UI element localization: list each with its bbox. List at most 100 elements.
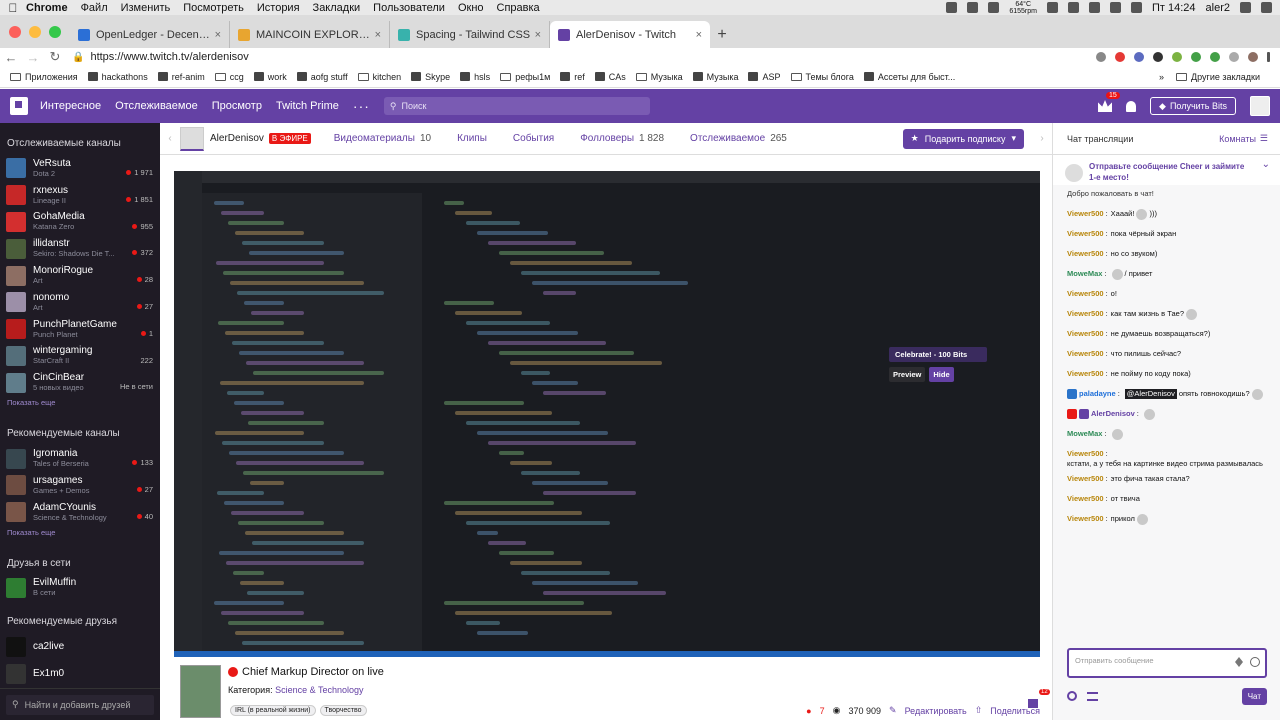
menu-edit[interactable]: Изменить (121, 2, 171, 14)
search-icon[interactable] (1240, 2, 1251, 13)
channel-tab[interactable]: Видеоматериалы 10 (334, 133, 431, 144)
pause-icon[interactable] (988, 2, 1000, 13)
bookmark[interactable]: Ассеты для быст... (863, 72, 955, 82)
chat-username[interactable]: Viewer500 (1067, 449, 1104, 459)
menu-app[interactable]: Chrome (26, 2, 68, 14)
bookmark[interactable]: ASP (748, 72, 781, 82)
user-avatar[interactable] (1250, 96, 1270, 116)
sidebar-channel[interactable]: AdamCYounis Science & Technology 40 (0, 499, 160, 526)
channel-tab[interactable]: Фолловеры 1 828 (580, 133, 664, 144)
twitch-logo-icon[interactable] (10, 97, 28, 115)
category-boxart[interactable] (180, 665, 221, 718)
extension-icon[interactable] (1153, 52, 1163, 62)
menu-file[interactable]: Файл (81, 2, 108, 14)
bookmark[interactable]: Приложения (10, 72, 78, 82)
extension-icon[interactable] (1210, 52, 1220, 62)
battery-icon[interactable] (1110, 2, 1121, 13)
sidebar-channel[interactable]: GohaMedia Katana Zero 955 (0, 209, 160, 236)
nav-following[interactable]: Отслеживаемое (115, 100, 198, 112)
channel-tab[interactable]: События (513, 133, 554, 144)
get-bits-button[interactable]: ◆ Получить Bits (1150, 97, 1236, 115)
bookmarks-overflow-icon[interactable]: » (1159, 72, 1164, 82)
video-player[interactable] (174, 171, 1040, 657)
profile-icon[interactable] (1248, 52, 1258, 62)
bookmark[interactable]: Музыка (635, 72, 683, 82)
chat-username[interactable]: Viewer500 (1067, 209, 1104, 219)
chat-input[interactable]: Отправить сообщение (1067, 648, 1267, 678)
status-icon[interactable] (946, 2, 958, 13)
back-icon[interactable]: ← (0, 50, 22, 65)
sidebar-channel[interactable]: Igromania Tales of Berseria 133 (0, 445, 160, 472)
extension-icon[interactable] (1172, 52, 1182, 62)
chat-username[interactable]: AlerDenisov (1091, 409, 1135, 419)
menu-users[interactable]: Пользователи (373, 2, 445, 14)
bookmark[interactable]: hsls (460, 72, 490, 82)
bookmark[interactable]: hackathons (87, 72, 148, 82)
bookmark[interactable]: рефы1м (500, 72, 550, 82)
sidebar-channel[interactable]: wintergaming StarCraft II 222 (0, 343, 160, 370)
url-field[interactable]: 🔒 https://www.twitch.tv/alerdenisov (72, 51, 1096, 63)
bookmark[interactable]: ccg (214, 72, 244, 82)
close-tab-icon[interactable]: × (375, 29, 381, 41)
chat-username[interactable]: paladayne (1079, 389, 1116, 399)
zoom-window-button[interactable] (49, 26, 61, 38)
prime-loot-button[interactable]: 15 (1098, 92, 1120, 112)
status-icon[interactable] (967, 2, 979, 13)
emote-icon[interactable] (1250, 657, 1260, 667)
channel-tab[interactable]: Клипы (457, 133, 487, 144)
sidebar-channel[interactable]: ursagames Games + Demos 27 (0, 472, 160, 499)
chat-username[interactable]: Viewer500 (1067, 229, 1104, 239)
viewer-list-icon[interactable] (1087, 691, 1098, 701)
tag[interactable]: IRL (в реальной жизни) (230, 705, 316, 716)
chat-username[interactable]: Viewer500 (1067, 349, 1104, 359)
show-more-followed[interactable]: Показать еще (0, 396, 160, 413)
clock[interactable]: Пт 14:24 (1152, 2, 1196, 14)
find-friends-input[interactable]: ⚲ Найти и добавить друзей (6, 694, 154, 715)
chat-username[interactable]: Viewer500 (1067, 494, 1104, 504)
url-text[interactable]: https://www.twitch.tv/alerdenisov (90, 51, 248, 63)
chevron-right-icon[interactable]: › (1032, 133, 1052, 144)
bookmark[interactable]: ref-anim (157, 72, 205, 82)
other-bookmarks[interactable]: Другие закладки (1191, 72, 1260, 82)
sidebar-channel[interactable]: illidanstr Sekiro: Shadows Die T... 372 (0, 235, 160, 262)
extension-icon[interactable] (1229, 52, 1239, 62)
bookmark[interactable]: work (253, 72, 287, 82)
chat-mention[interactable]: @AlerDenisov (1124, 389, 1177, 399)
apple-icon[interactable]:  (0, 1, 26, 15)
browser-tab[interactable]: MAINCOIN EXPLORER × (230, 21, 390, 48)
channel-name[interactable]: AlerDenisov (210, 133, 264, 144)
sidebar-channel[interactable]: Ex1m0 (0, 660, 160, 687)
browser-tab[interactable]: AlerDenisov - Twitch × (550, 21, 710, 48)
nav-twitch-prime[interactable]: Twitch Prime (276, 100, 339, 112)
chat-username[interactable]: MoweMax (1067, 429, 1102, 439)
bookmark[interactable]: kitchen (357, 72, 401, 82)
reload-icon[interactable]: ↻ (44, 49, 66, 65)
chevron-down-icon[interactable]: ⌄ (1262, 159, 1270, 170)
browser-tab[interactable]: OpenLedger - Decentralized A × (70, 21, 230, 48)
chat-username[interactable]: Viewer500 (1067, 514, 1104, 524)
channel-tab[interactable]: Отслеживаемое 265 (690, 133, 787, 144)
rooms-button[interactable]: Комнаты ☰ (1219, 133, 1268, 144)
close-tab-icon[interactable]: × (535, 29, 541, 41)
cheer-leaderboard-banner[interactable]: Отправьте сообщение Cheer и займите 1-е … (1053, 155, 1280, 185)
creative-cloud-icon[interactable] (1047, 2, 1058, 13)
minimize-window-button[interactable] (29, 26, 41, 38)
tag[interactable]: Творчество (319, 705, 367, 716)
sidebar-channel[interactable]: PunchPlanetGame Punch Planet 1 (0, 316, 160, 343)
extension-icon[interactable] (1134, 52, 1144, 62)
bookmark[interactable]: CAs (594, 72, 626, 82)
bookmark[interactable]: ref (560, 72, 585, 82)
user-menu[interactable]: aler2 (1206, 2, 1230, 14)
sidebar-channel[interactable]: VeRsuta Dota 2 1 971 (0, 155, 160, 182)
close-tab-icon[interactable]: × (696, 29, 702, 41)
chat-username[interactable]: Viewer500 (1067, 474, 1104, 484)
forward-icon[interactable]: → (22, 50, 44, 65)
chat-username[interactable]: Viewer500 (1067, 249, 1104, 259)
star-icon[interactable] (1096, 52, 1106, 62)
chat-username[interactable]: MoweMax (1067, 269, 1102, 279)
flag-icon[interactable] (1131, 2, 1142, 13)
extension-icon[interactable] (1115, 52, 1125, 62)
more-icon[interactable]: ··· (353, 98, 370, 114)
edit-button[interactable]: Редактировать (905, 706, 967, 716)
menu-icon[interactable] (1261, 2, 1272, 13)
